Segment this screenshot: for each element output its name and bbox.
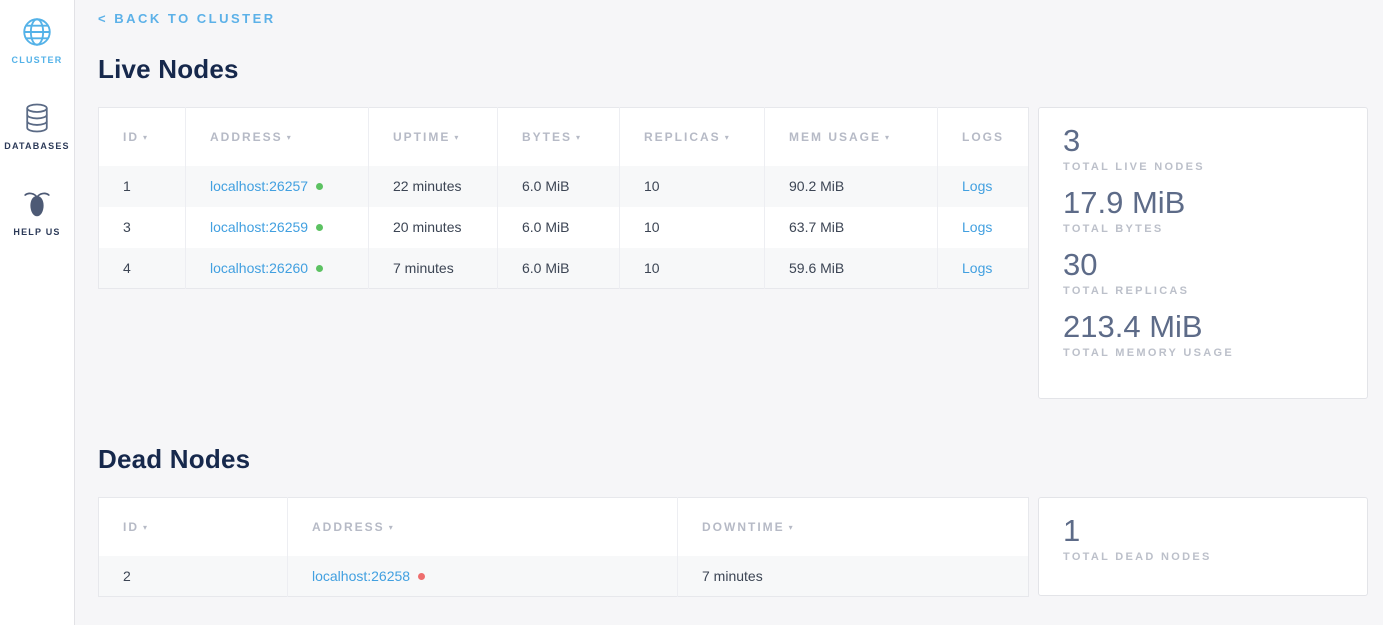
- column-header-mem-usage[interactable]: Mem Usage▾: [765, 108, 938, 166]
- sort-arrow-icon: ▾: [789, 523, 795, 532]
- globe-icon: [20, 15, 54, 49]
- node-address-cell: localhost:26259: [186, 207, 369, 248]
- node-address-link[interactable]: localhost:26257: [210, 178, 308, 194]
- node-mem-usage-cell: 90.2 MiB: [765, 166, 938, 207]
- live-nodes-header-row: ID▾ Address▾ Uptime▾ Bytes▾ Replicas▾ Me…: [99, 108, 1029, 166]
- logs-link[interactable]: Logs: [962, 260, 992, 276]
- dead-nodes-table: ID▾ Address▾ Downtime▾ 2 localhost:26258…: [98, 497, 1029, 597]
- dead-nodes-section: Dead Nodes ID▾ Address▾ Downtime▾ 2 lo: [98, 444, 1383, 597]
- live-status-icon: [316, 224, 323, 231]
- node-address-link[interactable]: localhost:26260: [210, 260, 308, 276]
- main-content: < Back to Cluster Live Nodes ID▾ Address…: [76, 0, 1383, 597]
- node-bytes-cell: 6.0 MiB: [498, 166, 620, 207]
- stat-value: 3: [1063, 124, 1343, 158]
- node-address-link[interactable]: localhost:26258: [312, 568, 410, 584]
- live-status-icon: [316, 183, 323, 190]
- table-row: 2 localhost:26258 7 minutes: [99, 556, 1029, 597]
- live-nodes-table: ID▾ Address▾ Uptime▾ Bytes▾ Replicas▾ Me…: [98, 107, 1029, 289]
- node-mem-usage-cell: 59.6 MiB: [765, 248, 938, 289]
- node-logs-cell: Logs: [938, 248, 1029, 289]
- node-id-cell: 1: [99, 166, 186, 207]
- node-bytes-cell: 6.0 MiB: [498, 207, 620, 248]
- sort-arrow-icon: ▾: [576, 133, 582, 142]
- live-nodes-section: Live Nodes ID▾ Address▾ Uptime▾ Bytes▾ R…: [98, 54, 1383, 399]
- node-address-cell: localhost:26258: [288, 556, 678, 597]
- sidebar: Cluster Databases Help Us: [0, 0, 75, 625]
- node-logs-cell: Logs: [938, 207, 1029, 248]
- column-header-uptime[interactable]: Uptime▾: [369, 108, 498, 166]
- sort-arrow-icon: ▾: [143, 133, 149, 142]
- node-bytes-cell: 6.0 MiB: [498, 248, 620, 289]
- sort-arrow-icon: ▾: [389, 523, 395, 532]
- logs-link[interactable]: Logs: [962, 219, 992, 235]
- logs-link[interactable]: Logs: [962, 178, 992, 194]
- sidebar-item-label: Cluster: [12, 55, 63, 65]
- node-replicas-cell: 10: [620, 248, 765, 289]
- column-header-logs: Logs: [938, 108, 1029, 166]
- dead-nodes-title: Dead Nodes: [98, 444, 1383, 475]
- sidebar-item-label: Help Us: [13, 227, 60, 237]
- node-replicas-cell: 10: [620, 166, 765, 207]
- stat-value: 213.4 MiB: [1063, 310, 1343, 344]
- stat-label: Total memory usage: [1063, 347, 1343, 359]
- table-row: 4 localhost:26260 7 minutes 6.0 MiB 10 5…: [99, 248, 1029, 289]
- sidebar-item-databases[interactable]: Databases: [4, 101, 69, 151]
- node-id-cell: 2: [99, 556, 288, 597]
- table-row: 1 localhost:26257 22 minutes 6.0 MiB 10 …: [99, 166, 1029, 207]
- summary-stat: 17.9 MiB Total bytes: [1063, 186, 1343, 235]
- column-header-replicas[interactable]: Replicas▾: [620, 108, 765, 166]
- node-replicas-cell: 10: [620, 207, 765, 248]
- node-logs-cell: Logs: [938, 166, 1029, 207]
- summary-stat: 30 Total replicas: [1063, 248, 1343, 297]
- live-nodes-title: Live Nodes: [98, 54, 1383, 85]
- dead-status-icon: [418, 573, 425, 580]
- table-row: 3 localhost:26259 20 minutes 6.0 MiB 10 …: [99, 207, 1029, 248]
- stat-label: Total dead nodes: [1063, 551, 1343, 563]
- sidebar-item-label: Databases: [4, 141, 69, 151]
- node-id-cell: 3: [99, 207, 186, 248]
- node-mem-usage-cell: 63.7 MiB: [765, 207, 938, 248]
- column-header-id[interactable]: ID▾: [99, 498, 288, 556]
- node-address-link[interactable]: localhost:26259: [210, 219, 308, 235]
- node-uptime-cell: 7 minutes: [369, 248, 498, 289]
- databases-icon: [21, 101, 53, 135]
- summary-stat: 3 Total live nodes: [1063, 124, 1343, 173]
- sort-arrow-icon: ▾: [885, 133, 891, 142]
- node-uptime-cell: 20 minutes: [369, 207, 498, 248]
- sidebar-item-help-us[interactable]: Help Us: [13, 187, 60, 237]
- column-header-bytes[interactable]: Bytes▾: [498, 108, 620, 166]
- summary-stat: 1 Total dead nodes: [1063, 514, 1343, 563]
- column-header-address[interactable]: Address▾: [288, 498, 678, 556]
- node-address-cell: localhost:26260: [186, 248, 369, 289]
- node-id-cell: 4: [99, 248, 186, 289]
- column-header-address[interactable]: Address▾: [186, 108, 369, 166]
- live-nodes-summary-card: 3 Total live nodes 17.9 MiB Total bytes …: [1038, 107, 1368, 399]
- column-header-downtime[interactable]: Downtime▾: [678, 498, 1029, 556]
- stat-value: 30: [1063, 248, 1343, 282]
- node-address-cell: localhost:26257: [186, 166, 369, 207]
- column-header-id[interactable]: ID▾: [99, 108, 186, 166]
- node-uptime-cell: 22 minutes: [369, 166, 498, 207]
- stat-label: Total bytes: [1063, 223, 1343, 235]
- stat-label: Total live nodes: [1063, 161, 1343, 173]
- stat-value: 1: [1063, 514, 1343, 548]
- dead-nodes-header-row: ID▾ Address▾ Downtime▾: [99, 498, 1029, 556]
- sort-arrow-icon: ▾: [725, 133, 731, 142]
- stat-value: 17.9 MiB: [1063, 186, 1343, 220]
- sort-arrow-icon: ▾: [143, 523, 149, 532]
- live-status-icon: [316, 265, 323, 272]
- stat-label: Total replicas: [1063, 285, 1343, 297]
- dead-nodes-summary-card: 1 Total dead nodes: [1038, 497, 1368, 596]
- back-to-cluster-link[interactable]: < Back to Cluster: [98, 11, 276, 26]
- sidebar-item-cluster[interactable]: Cluster: [12, 15, 63, 65]
- sort-arrow-icon: ▾: [287, 133, 293, 142]
- sort-arrow-icon: ▾: [454, 133, 460, 142]
- summary-stat: 213.4 MiB Total memory usage: [1063, 310, 1343, 359]
- cockroach-bug-icon: [20, 187, 54, 221]
- node-downtime-cell: 7 minutes: [678, 556, 1029, 597]
